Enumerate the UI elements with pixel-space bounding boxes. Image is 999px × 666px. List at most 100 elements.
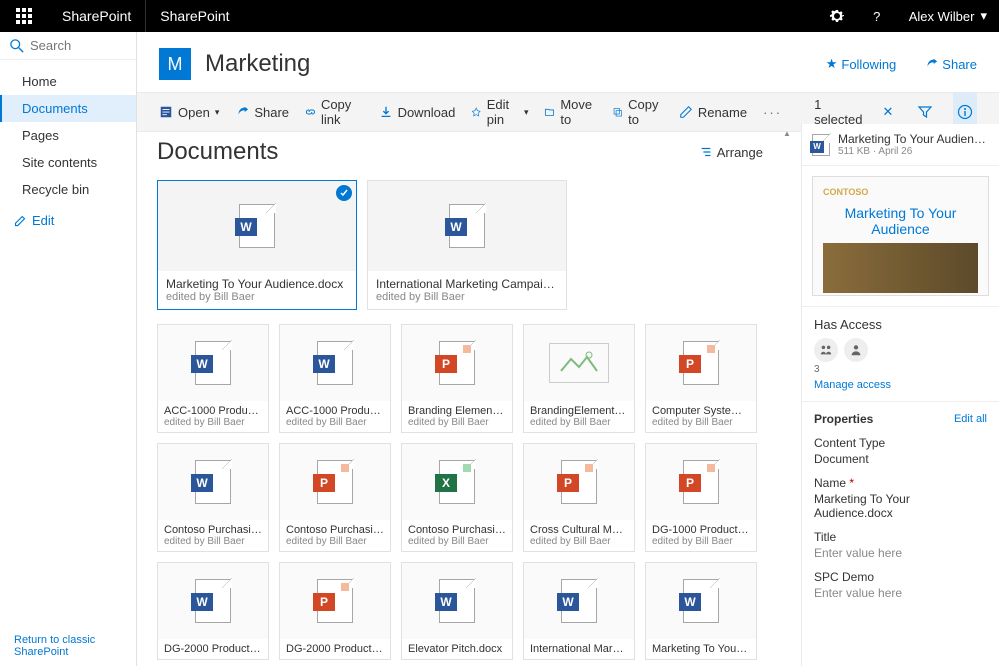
file-name: DG-2000 Product Pit… [286, 643, 384, 655]
suite-bar: SharePoint SharePoint ? Alex Wilber ▾ [0, 0, 999, 32]
file-tile[interactable]: PDG-2000 Product Pit… [279, 562, 391, 660]
app-launcher-icon[interactable] [0, 0, 48, 32]
file-tile[interactable]: WInternational Marketing Campaigns.docxe… [367, 180, 567, 310]
follow-button[interactable]: ★ Following [826, 56, 897, 72]
file-name: BrandingElements.png [530, 405, 628, 417]
cmd-edit-pin[interactable]: Edit pin ▾ [471, 97, 528, 127]
file-sub: edited by Bill Baer [652, 417, 750, 428]
nav-recycle-bin[interactable]: Recycle bin [0, 176, 136, 203]
xls-file-icon: X [439, 460, 475, 504]
file-tile[interactable]: WElevator Pitch.docx [401, 562, 513, 660]
prop-spc-value[interactable]: Enter value here [814, 586, 987, 600]
share-header-button[interactable]: Share [924, 57, 977, 72]
file-tile[interactable]: WMarketing To Your A… [645, 562, 757, 660]
prop-title-value[interactable]: Enter value here [814, 546, 987, 560]
cmd-share[interactable]: Share [235, 105, 289, 120]
search-box[interactable] [0, 32, 136, 60]
file-tile[interactable]: WACC-1000 Product Sp…edited by Bill Baer [279, 324, 391, 433]
file-tile[interactable]: X Contoso Purchasing …edited by Bill Baer [401, 443, 513, 552]
edit-nav-link[interactable]: Edit [0, 203, 136, 238]
file-tile[interactable]: WInternational Marketi… [523, 562, 635, 660]
file-sub: edited by Bill Baer [376, 291, 558, 303]
access-group-icon[interactable] [814, 338, 838, 362]
filter-icon[interactable] [913, 104, 937, 120]
file-name: International Marketing Campaigns.docx [376, 277, 558, 291]
ppt-file-icon: P [561, 460, 597, 504]
chevron-down-icon: ▾ [215, 107, 220, 118]
cmd-copy-to[interactable]: Copy to [612, 97, 663, 127]
file-tile[interactable]: WDG-2000 Product Ov… [157, 562, 269, 660]
search-icon [10, 39, 24, 53]
arrange-button[interactable]: Arrange [699, 145, 763, 160]
file-sub: edited by Bill Baer [530, 536, 628, 547]
file-name: Contoso Purchasing … [408, 524, 506, 536]
file-tile[interactable]: BrandingElements.pngedited by Bill Baer [523, 324, 635, 433]
nav-pages[interactable]: Pages [0, 122, 136, 149]
prop-name-value[interactable]: Marketing To Your Audience.docx [814, 492, 987, 520]
manage-access-link[interactable]: Manage access [814, 379, 891, 391]
site-logo[interactable]: M [159, 48, 191, 80]
file-name: Contoso Purchasing … [286, 524, 384, 536]
follow-label: Following [841, 57, 896, 72]
word-file-icon: W [439, 579, 475, 623]
ppt-file-icon: P [439, 341, 475, 385]
cmd-overflow[interactable]: ··· [763, 105, 782, 120]
access-header: Has Access [814, 317, 987, 332]
pencil-icon [14, 215, 26, 227]
library-title: Documents [157, 138, 278, 166]
chevron-down-icon: ▾ [524, 107, 529, 118]
edit-all-link[interactable]: Edit all [954, 413, 987, 425]
arrange-icon [699, 145, 713, 159]
site-header: M Marketing ★ Following Share [137, 32, 999, 92]
settings-icon[interactable] [817, 0, 857, 32]
prop-title-label: Title [814, 530, 987, 544]
file-tile[interactable]: PBranding Elements.p…edited by Bill Baer [401, 324, 513, 433]
word-file-icon: W [195, 341, 231, 385]
details-title: Marketing To Your Audien… [838, 132, 986, 146]
selected-check-icon [336, 185, 352, 201]
file-name: DG-1000 Product Ov… [652, 524, 750, 536]
document-library: Documents Arrange WMarketing To Your Aud… [137, 124, 783, 666]
cmd-rename[interactable]: Rename [679, 105, 747, 120]
cmd-copy-link[interactable]: Copy link [305, 97, 363, 127]
file-tile[interactable]: WMarketing To Your Audience.docxedited b… [157, 180, 357, 310]
ppt-file-icon: P [317, 460, 353, 504]
help-icon[interactable]: ? [857, 0, 897, 32]
file-sub: edited by Bill Baer [408, 536, 506, 547]
access-person-icon[interactable] [844, 338, 868, 362]
clear-selection-button[interactable]: ✕ [878, 104, 897, 120]
brand-label: SharePoint [48, 0, 145, 32]
share-label: Share [942, 57, 977, 72]
properties-header: Properties [814, 412, 873, 426]
share-icon [924, 57, 938, 71]
file-preview[interactable]: CONTOSO Marketing To Your Audience [812, 176, 989, 296]
nav-documents[interactable]: Documents [0, 95, 136, 122]
prop-spc-label: SPC Demo [814, 570, 987, 584]
ppt-file-icon: P [683, 341, 719, 385]
nav-home[interactable]: Home [0, 68, 136, 95]
prop-content-type-value[interactable]: Document [814, 452, 987, 466]
file-sub: edited by Bill Baer [652, 536, 750, 547]
prop-content-type-label: Content Type [814, 436, 987, 450]
file-name: Computer Systems In… [652, 405, 750, 417]
file-tile[interactable]: WContoso Purchasing …edited by Bill Baer [157, 443, 269, 552]
file-tile[interactable]: PCross Cultural Market…edited by Bill Ba… [523, 443, 635, 552]
file-tile[interactable]: WACC-1000 Product Sp…edited by Bill Baer [157, 324, 269, 433]
scrollbar[interactable]: ▲ [783, 128, 791, 666]
user-menu[interactable]: Alex Wilber ▾ [897, 8, 999, 24]
cmd-move-to[interactable]: Move to [544, 97, 596, 127]
search-input[interactable] [30, 38, 120, 53]
left-nav: Home Documents Pages Site contents Recyc… [0, 32, 137, 666]
app-label[interactable]: SharePoint [145, 0, 243, 32]
file-name: Branding Elements.p… [408, 405, 506, 417]
classic-link[interactable]: Return to classic SharePoint [14, 634, 136, 658]
cmd-open[interactable]: Open ▾ [159, 105, 219, 120]
cmd-download[interactable]: Download [379, 105, 456, 120]
file-tile[interactable]: PContoso Purchasing …edited by Bill Baer [279, 443, 391, 552]
user-name: Alex Wilber [909, 9, 975, 24]
file-tile[interactable]: P Computer Systems In…edited by Bill Baer [645, 324, 757, 433]
file-tile[interactable]: PDG-1000 Product Ov…edited by Bill Baer [645, 443, 757, 552]
preview-image [823, 243, 978, 293]
file-sub: edited by Bill Baer [166, 291, 348, 303]
nav-site-contents[interactable]: Site contents [0, 149, 136, 176]
